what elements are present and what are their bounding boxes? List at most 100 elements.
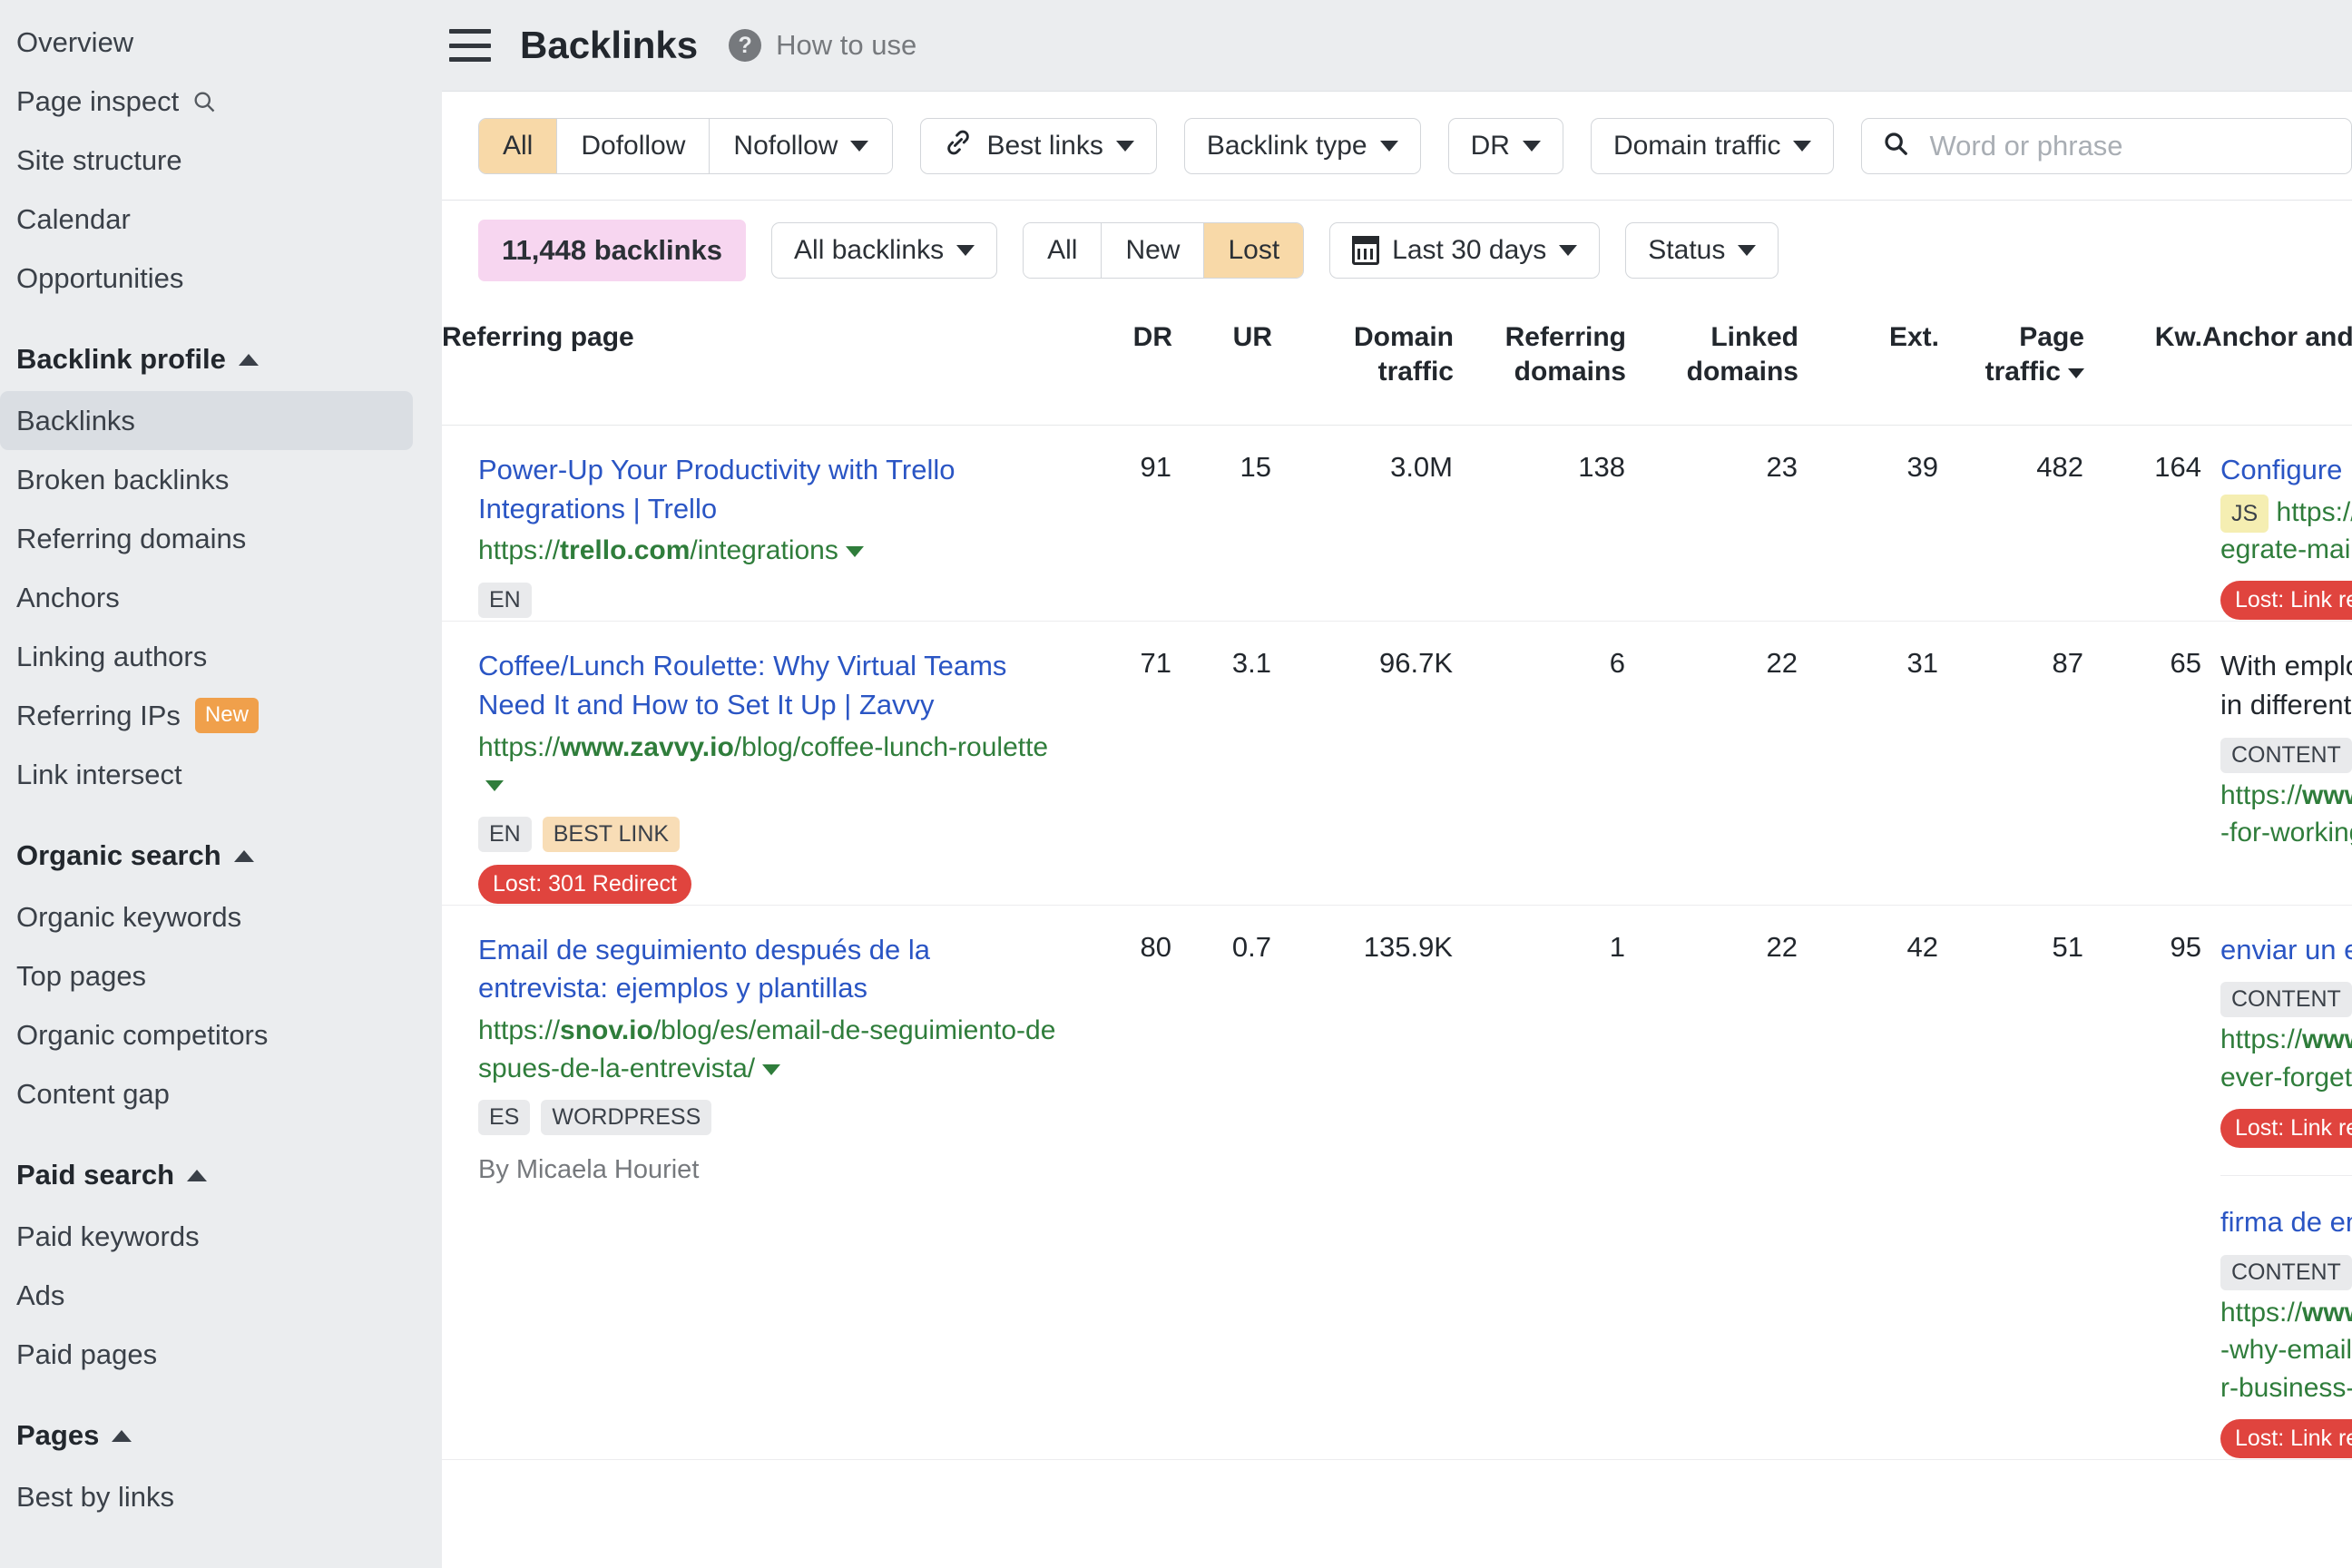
domain-traffic-filter-button[interactable]: Domain traffic [1591, 118, 1835, 174]
tag-row: CONTENT NOFOLLO [2220, 1255, 2352, 1290]
best-links-button[interactable]: Best links [920, 118, 1156, 174]
sidebar-item-ads[interactable]: Ads [0, 1266, 413, 1325]
col-ur[interactable]: UR [1172, 300, 1272, 425]
col-kw[interactable]: Kw. [2084, 300, 2202, 425]
cell-anchor-target: enviar un email de CONTENT NOFOLLO https… [2202, 905, 2352, 1459]
sidebar-item-opportunities[interactable]: Opportunities [0, 249, 413, 308]
cell-linked-domains[interactable]: 22 [1626, 622, 1798, 905]
chevron-down-icon [956, 245, 975, 256]
chevron-down-icon[interactable] [762, 1064, 780, 1075]
sidebar-item-backlinks[interactable]: Backlinks [0, 391, 413, 450]
table-row[interactable]: Email de seguimiento después de la entre… [442, 905, 2352, 1459]
referring-page-title[interactable]: Power-Up Your Productivity with Trello I… [478, 451, 1059, 529]
col-domain-traffic[interactable]: Domain traffic [1272, 300, 1454, 425]
cell-ext[interactable]: 31 [1798, 622, 1939, 905]
sidebar-item-overview[interactable]: Overview [0, 13, 413, 72]
col-linked-domains[interactable]: Linked domains [1626, 300, 1798, 425]
cell-kw[interactable]: 164 [2084, 425, 2202, 622]
search-field-wrapper[interactable] [1861, 118, 2352, 174]
col-page-traffic[interactable]: Page traffic [1939, 300, 2084, 425]
all-backlinks-dropdown[interactable]: All backlinks [771, 222, 997, 279]
referring-page-url[interactable]: https://trello.com/integrations [478, 532, 1059, 569]
chevron-down-icon[interactable] [485, 780, 504, 791]
state-new[interactable]: New [1102, 223, 1204, 278]
how-to-use-link[interactable]: ? How to use [729, 29, 916, 62]
target-url[interactable]: JS https://help.maegrate-mailbutler-w [2220, 494, 2352, 569]
sidebar-group-organic-search[interactable]: Organic search [0, 824, 431, 887]
state-lost[interactable]: Lost [1204, 223, 1303, 278]
cell-referring-domains[interactable]: 1 [1454, 905, 1626, 1459]
filter-all[interactable]: All [479, 119, 557, 173]
search-input[interactable] [1927, 129, 2331, 163]
cell-ext[interactable]: 42 [1798, 905, 1939, 1459]
sidebar-item-anchors[interactable]: Anchors [0, 568, 413, 627]
cell-referring-domains[interactable]: 6 [1454, 622, 1626, 905]
col-referring-domains[interactable]: Referring domains [1454, 300, 1626, 425]
col-dr[interactable]: DR [1077, 300, 1172, 425]
date-range-dropdown[interactable]: Last 30 days [1329, 222, 1600, 279]
sidebar-group-paid-search[interactable]: Paid search [0, 1143, 431, 1207]
dr-label: DR [1471, 131, 1510, 162]
sidebar-item-organic-competitors[interactable]: Organic competitors [0, 1005, 413, 1064]
backlinks-table-wrapper[interactable]: Referring page DR UR Domain traffic Refe… [442, 300, 2352, 1568]
sidebar-item-linking-authors[interactable]: Linking authors [0, 627, 413, 686]
content-tag: CONTENT [2220, 1255, 2352, 1290]
sidebar-item-referring-domains[interactable]: Referring domains [0, 509, 413, 568]
sidebar-group-pages[interactable]: Pages [0, 1404, 431, 1467]
chevron-down-icon [1559, 245, 1577, 256]
backlink-type-button[interactable]: Backlink type [1184, 118, 1421, 174]
search-icon [1882, 130, 1909, 162]
sidebar-item-broken-backlinks[interactable]: Broken backlinks [0, 450, 413, 509]
state-all[interactable]: All [1024, 223, 1102, 278]
hamburger-icon[interactable] [449, 29, 491, 62]
anchor-text-link[interactable]: firma de email prof [2220, 1206, 2352, 1238]
sidebar-item-paid-keywords[interactable]: Paid keywords [0, 1207, 413, 1266]
sidebar-item-calendar[interactable]: Calendar [0, 190, 413, 249]
sidebar-item-referring-ips[interactable]: Referring IPs New [0, 686, 413, 745]
referring-page-title[interactable]: Email de seguimiento después de la entre… [478, 931, 1059, 1009]
chevron-down-icon[interactable] [846, 546, 864, 557]
col-anchor-target[interactable]: Anchor and target U [2202, 300, 2352, 425]
referring-page-title[interactable]: Coffee/Lunch Roulette: Why Virtual Teams… [478, 647, 1059, 725]
cell-referring-domains[interactable]: 138 [1454, 425, 1626, 622]
table-row[interactable]: Power-Up Your Productivity with Trello I… [442, 425, 2352, 622]
sidebar-item-best-by-links[interactable]: Best by links [0, 1467, 413, 1526]
target-url[interactable]: https://www.mailb-why-email-signatur-bus… [2220, 1294, 2352, 1406]
url-scheme: https:// [478, 535, 560, 565]
cell-linked-domains[interactable]: 23 [1626, 425, 1798, 622]
target-url[interactable]: https://www.mailb-for-working-from-h [2220, 777, 2352, 852]
sidebar-item-page-inspect[interactable]: Page inspect [0, 72, 413, 131]
sidebar-item-label: Best by links [16, 1483, 174, 1511]
sidebar-item-link-intersect[interactable]: Link intersect [0, 745, 413, 804]
sidebar-item-site-structure[interactable]: Site structure [0, 131, 413, 190]
cell-ext[interactable]: 39 [1798, 425, 1939, 622]
filter-dofollow[interactable]: Dofollow [557, 119, 710, 173]
cell-linked-domains[interactable]: 22 [1626, 905, 1798, 1459]
dr-filter-button[interactable]: DR [1448, 118, 1563, 174]
link-chain-icon [943, 127, 974, 165]
url-domain: www.mailb [2302, 1298, 2352, 1328]
cell-kw[interactable]: 65 [2084, 622, 2202, 905]
status-dropdown[interactable]: Status [1625, 222, 1779, 279]
sidebar-group-backlink-profile[interactable]: Backlink profile [0, 328, 431, 391]
col-ext[interactable]: Ext. [1798, 300, 1939, 425]
chevron-down-icon [1523, 141, 1541, 152]
anchor-text-link[interactable]: Configure [2220, 454, 2342, 485]
filter-nofollow[interactable]: Nofollow [710, 119, 892, 173]
sidebar-item-top-pages[interactable]: Top pages [0, 946, 413, 1005]
tag-row: EN BEST LINK [478, 817, 1059, 852]
sidebar-item-paid-pages[interactable]: Paid pages [0, 1325, 413, 1384]
cell-kw[interactable]: 95 [2084, 905, 2202, 1459]
target-url[interactable]: https://www.mailbever-forget-to-follo [2220, 1021, 2352, 1096]
sidebar-item-content-gap[interactable]: Content gap [0, 1064, 413, 1123]
referring-page-url[interactable]: https://snov.io/blog/es/email-de-seguimi… [478, 1012, 1059, 1087]
chevron-down-icon [1793, 141, 1811, 152]
sidebar-item-label: Organic competitors [16, 1021, 268, 1049]
table-row[interactable]: Coffee/Lunch Roulette: Why Virtual Teams… [442, 622, 2352, 905]
col-referring-page[interactable]: Referring page [442, 300, 1077, 425]
anchor-surrounding-text: With employees woin different time zon [2220, 647, 2352, 725]
sidebar-item-organic-keywords[interactable]: Organic keywords [0, 887, 413, 946]
referring-page-url[interactable]: https://www.zavvy.io/blog/coffee-lunch-r… [478, 729, 1059, 804]
anchor-text-link[interactable]: enviar un email de [2220, 934, 2352, 965]
table-body: Power-Up Your Productivity with Trello I… [442, 425, 2352, 1459]
